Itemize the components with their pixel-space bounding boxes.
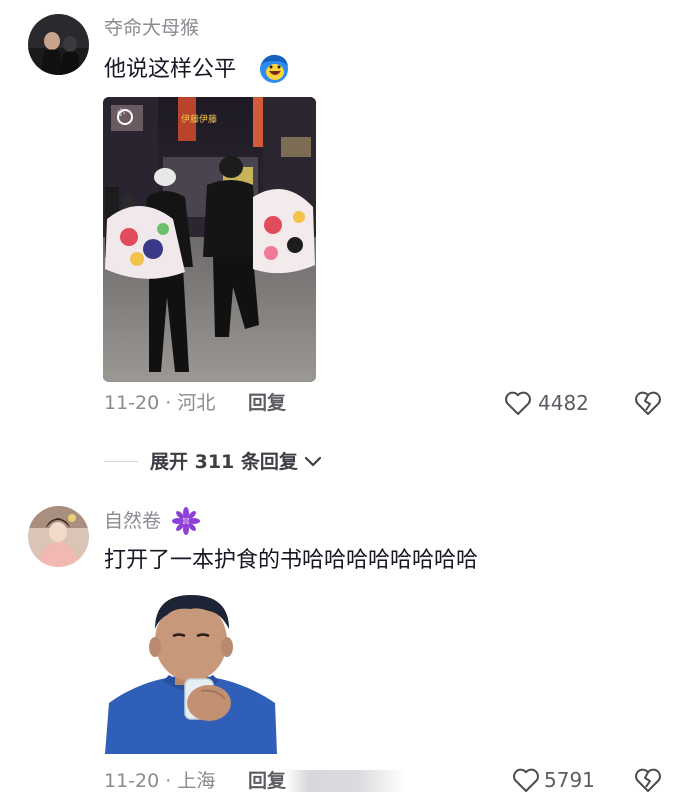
comment-1-text: 他说这样公平 — [104, 54, 236, 86]
comment-1-image[interactable]: 伊藤伊藤 小 — [103, 97, 316, 382]
heart-outline-icon — [513, 768, 539, 792]
blurred-watermark — [285, 770, 405, 792]
comment-2-date-location: 11-20 · 上海 — [104, 770, 216, 792]
comment-2-like-button[interactable]: 5791 — [512, 766, 612, 794]
comment-1-like-button[interactable]: 4482 — [504, 389, 604, 417]
comment-1-text-body: 他说这样公平 — [104, 57, 237, 82]
comment-1-date-location: 11-20 · 河北 — [104, 392, 216, 414]
comment-1-avatar[interactable] — [28, 14, 89, 75]
comment-2-text: 打开了一本护食的书哈哈哈哈哈哈哈哈 — [104, 548, 479, 573]
comment-2-username[interactable]: 自然卷 — [104, 508, 161, 534]
comment-1-reply-button[interactable]: 回复 — [248, 390, 286, 416]
expand-divider-line — [104, 461, 138, 462]
broken-heart-icon[interactable] — [634, 767, 662, 793]
comment-1-like-count: 4482 — [538, 391, 589, 415]
chevron-down-icon — [304, 456, 322, 467]
heart-outline-icon — [505, 391, 531, 415]
comment-2-reply-button[interactable]: 回复 — [248, 768, 286, 794]
expand-replies-label: 展开 311 条回复 — [150, 451, 298, 473]
photo-sign-1: 伊藤伊藤 — [181, 113, 217, 125]
laughing-emoji-icon — [258, 52, 290, 84]
comment-1-username[interactable]: 夺命大母猴 — [104, 15, 199, 41]
comment-2-avatar[interactable] — [28, 506, 89, 567]
broken-heart-icon[interactable] — [634, 390, 662, 416]
comment-2-image[interactable] — [105, 591, 277, 754]
flower-badge-icon — [172, 507, 200, 535]
comment-2-like-count: 5791 — [544, 768, 595, 792]
expand-replies-button[interactable]: 展开 311 条回复 — [150, 448, 340, 476]
